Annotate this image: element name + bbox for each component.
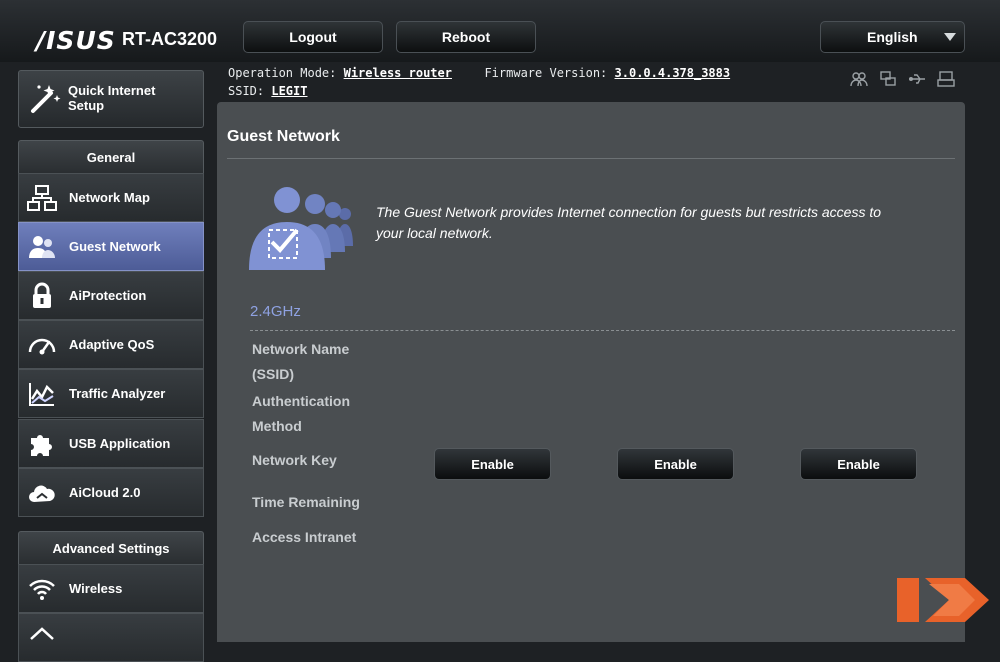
network-key-label: Network Key [252, 452, 337, 468]
general-header: General [18, 140, 204, 174]
guest-network-description: The Guest Network provides Internet conn… [376, 204, 882, 241]
sidebar-item-label: Guest Network [69, 239, 161, 254]
printer-icon[interactable] [937, 70, 955, 88]
sidebar-item-guest-network[interactable]: Guest Network [18, 222, 204, 271]
auth-label-line1: Authentication [252, 393, 350, 409]
clients-icon[interactable] [850, 70, 868, 88]
sidebar-item-label: AiCloud 2.0 [69, 485, 141, 500]
network-status-icon[interactable] [879, 70, 897, 88]
sidebar-item-adaptive-qos[interactable]: Adaptive QoS [18, 320, 204, 369]
sidebar-item-label: AiProtection [69, 288, 147, 303]
firmware-link[interactable]: 3.0.0.4.378_3883 [615, 66, 731, 80]
top-bar: /ISUS RT-AC3200 Logout Reboot English [0, 0, 1000, 62]
home-icon [27, 623, 57, 653]
advanced-settings-header: Advanced Settings [18, 531, 204, 565]
sidebar-item-label: Adaptive QoS [69, 337, 155, 352]
reboot-button[interactable]: Reboot [396, 21, 536, 53]
title-divider [227, 158, 955, 159]
network-name-label-line1: Network Name [252, 341, 350, 357]
watermark-logo-icon [897, 578, 989, 622]
quick-internet-setup-button[interactable]: Quick Internet Setup [18, 70, 204, 128]
quick-internet-setup-label: Quick Internet Setup [68, 83, 156, 113]
enable-button-2[interactable]: Enable [617, 448, 734, 480]
sidebar-item-label: USB Application [69, 436, 171, 451]
sidebar-item-aicloud[interactable]: AiCloud 2.0 [18, 468, 204, 517]
auth-label-line2: Method [252, 418, 302, 434]
ssid-label: SSID: [228, 84, 265, 98]
sidebar-item-label: Network Map [69, 190, 150, 205]
puzzle-icon [27, 429, 57, 459]
access-intranet-label: Access Intranet [252, 529, 357, 545]
main-panel: Guest Network The Guest Network provides… [217, 102, 965, 642]
sidebar-item-network-map[interactable]: Network Map [18, 173, 204, 222]
model-name: RT-AC3200 [122, 29, 218, 49]
guest-network-icon [27, 232, 57, 262]
time-remaining-label: Time Remaining [252, 494, 360, 510]
operation-mode-link[interactable]: Wireless router [344, 66, 452, 80]
speedometer-icon [27, 330, 57, 360]
band-label: 2.4GHz [250, 303, 301, 320]
wifi-icon [27, 574, 57, 604]
sidebar-item-label: Wireless [69, 581, 123, 596]
brand-logo: /ISUS [36, 26, 116, 55]
sidebar-item-label: Traffic Analyzer [69, 386, 166, 401]
logout-button[interactable]: Logout [243, 21, 383, 53]
language-select[interactable]: English [820, 21, 965, 53]
authentication-method-label: Authentication Method [252, 389, 350, 439]
operation-mode-label: Operation Mode: [228, 66, 337, 80]
sidebar-item-traffic-analyzer[interactable]: Traffic Analyzer [18, 369, 204, 418]
traffic-chart-icon [27, 379, 57, 409]
status-info: Operation Mode: Wireless router Firmware… [228, 64, 730, 100]
usb-icon[interactable] [908, 70, 926, 88]
sidebar-item-wireless[interactable]: Wireless [18, 564, 204, 613]
magic-wand-icon [31, 85, 61, 113]
network-name-label: Network Name (SSID) [252, 337, 349, 387]
sidebar-item-next[interactable] [18, 613, 204, 662]
firmware-label: Firmware Version: [484, 66, 608, 80]
band-divider [250, 330, 955, 331]
status-icons [850, 70, 955, 88]
network-name-label-line2: (SSID) [252, 366, 294, 382]
sidebar-item-usb-application[interactable]: USB Application [18, 419, 204, 468]
enable-button-3[interactable]: Enable [800, 448, 917, 480]
enable-button-1[interactable]: Enable [434, 448, 551, 480]
network-map-icon [27, 183, 57, 213]
page-title: Guest Network [227, 128, 340, 145]
ssid-link[interactable]: LEGIT [271, 84, 307, 98]
lock-icon [27, 281, 57, 311]
sidebar-item-aiprotection[interactable]: AiProtection [18, 271, 204, 320]
language-value: English [867, 29, 918, 45]
chevron-down-icon [944, 33, 956, 41]
guest-network-illustration-icon [249, 187, 353, 270]
cloud-icon [27, 478, 57, 508]
